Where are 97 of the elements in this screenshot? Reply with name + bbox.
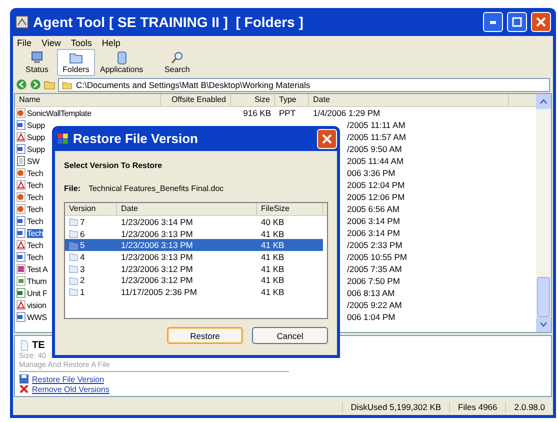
column-header[interactable]: Version [65,203,117,215]
folder-icon [62,80,72,90]
action-link[interactable]: Restore File Version [32,374,104,384]
column-header[interactable]: Date [309,94,509,106]
version-row[interactable]: 3 1/23/2006 3:12 PM 41 KB [65,262,323,274]
document-icon [19,340,30,351]
file-name[interactable]: Tech [27,204,44,214]
file-date: 006 8:13 AM [347,288,395,298]
version-row[interactable]: 5 1/23/2006 3:13 PM 41 KB [65,239,323,252]
maximize-icon [512,17,522,27]
file-date: /2005 11:57 AM [347,132,406,142]
delete-icon [19,384,29,394]
file-name[interactable]: Tech [27,216,44,226]
version-row[interactable]: 7 1/23/2006 3:14 PM 40 KB [65,216,323,228]
file-name: Technical Features_Benefits Final.doc [88,184,224,193]
file-name[interactable]: SonicWallTemplate [27,108,92,118]
file-date: 2006 3:14 PM [347,228,400,238]
file-name[interactable]: Tech [27,240,44,250]
version-row[interactable]: 2 1/23/2006 3:12 PM 41 KB [65,274,323,286]
column-header[interactable]: Offsite Enabled [161,94,231,106]
file-name[interactable]: Supp [27,120,45,130]
column-header[interactable]: Name [15,94,161,106]
folder-up-icon [44,79,55,90]
toolbar-button[interactable]: Folders [57,49,95,76]
menu-item[interactable]: Tools [70,38,92,48]
maximize-button[interactable] [507,12,527,32]
file-date: 2005 12:04 PM [347,180,405,190]
column-header[interactable]: FileSize [257,203,323,215]
menu-item[interactable]: View [42,38,61,48]
scrollbar[interactable] [536,94,551,332]
window-title: Agent Tool [ SE TRAINING II ] [ Folders ] [33,14,304,30]
file-label: File: [64,184,80,193]
file-name[interactable]: Tech [27,252,44,262]
column-header[interactable]: Size [231,94,275,106]
file-size: 916 KB [242,108,272,118]
menu-item[interactable]: Help [102,38,120,48]
forward-icon [30,79,41,90]
dialog-heading: Select Version To Restore [64,161,164,170]
dialog-button[interactable]: Restore [167,327,243,344]
file-date: 2005 11:44 AM [347,156,404,166]
file-name[interactable]: Tech [27,168,44,178]
column-header[interactable]: Date [117,203,257,215]
file-date: 2006 3:14 PM [347,216,400,226]
app-icon [57,132,69,144]
file-date: 2005 12:06 PM [347,192,405,202]
file-date: /2005 9:22 AM [347,300,402,310]
file-date: /2005 11:11 AM [347,120,406,130]
dialog-button[interactable]: Cancel [252,327,328,344]
menu-item[interactable]: File [17,38,32,48]
file-name[interactable]: Test A [27,264,48,274]
action-link[interactable]: Remove Old Versions [32,384,110,394]
status-text: Files 4966 [449,402,506,412]
toolbar-button[interactable]: Applications [96,49,148,76]
computer-icon [30,51,44,65]
close-button[interactable] [531,12,551,32]
close-icon [322,134,332,144]
toolbar-button[interactable]: Search [158,49,196,76]
minimize-button[interactable] [483,12,503,32]
file-name[interactable]: vision [27,300,46,310]
file-date: 006 1:04 PM [347,312,396,322]
file-name[interactable]: Tech [27,192,44,202]
file-date: /2005 10:55 PM [347,252,408,262]
file-name[interactable]: Tech [27,180,44,190]
scroll-thumb[interactable] [537,277,550,317]
file-date: 2006 7:50 PM [347,276,400,286]
dialog-title: Restore File Version [73,131,199,146]
status-text: 2.0.98.0 [505,402,553,412]
file-name[interactable]: Supp [27,132,45,142]
cylinder-icon [114,51,129,65]
status-text: DiskUsed 5,199,302 KB [342,402,450,412]
column-header[interactable]: Type [275,94,309,106]
file-name[interactable]: Thum [27,276,47,286]
close-icon [536,17,546,27]
file-date: /2005 7:35 AM [347,264,402,274]
file-name[interactable]: Unit F [27,288,48,298]
minimize-icon [489,20,497,24]
file-type: PPT [278,108,297,118]
address-field[interactable]: C:\Documents and Settings\Matt B\Desktop\Working Materials [58,78,550,92]
file-name[interactable]: SW [27,156,40,166]
toolbar-button[interactable]: Status [18,49,56,76]
version-row[interactable]: 1 11/17/2005 2:36 PM 41 KB [65,286,323,298]
file-date: /2005 9:50 AM [347,144,402,154]
file-name[interactable]: WWS [27,312,47,322]
folder-icon [69,51,83,65]
file-date: 2005 6:56 AM [347,204,400,214]
close-button[interactable] [317,128,337,148]
file-title: TE [32,340,45,351]
file-date: 1/4/2006 1:29 PM [313,108,380,118]
version-row[interactable]: 6 1/23/2006 3:13 PM 41 KB [65,228,323,240]
file-date: 006 3:36 PM [347,168,396,178]
file-name[interactable]: Supp [27,144,45,154]
search-icon [170,51,184,65]
file-name[interactable]: Tech [27,228,44,238]
app-icon [15,15,29,29]
file-date: /2005 2:33 PM [347,240,402,250]
back-icon [16,79,27,90]
version-row[interactable]: 4 1/23/2006 3:13 PM 41 KB [65,251,323,263]
